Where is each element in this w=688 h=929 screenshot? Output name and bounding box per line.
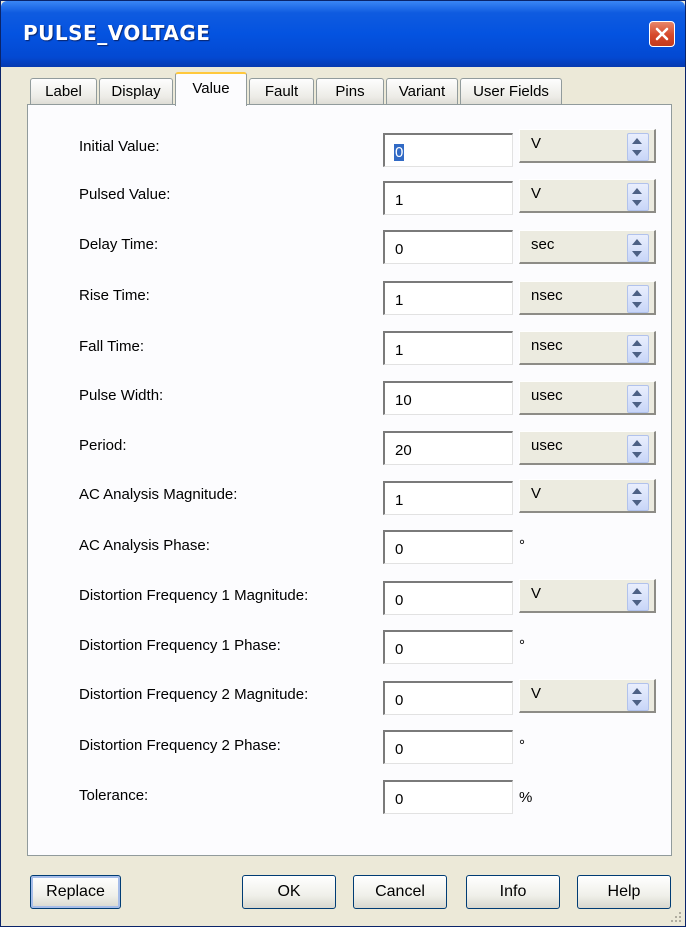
value-input[interactable]: 1 [383, 331, 513, 365]
value-input[interactable]: 1 [383, 481, 513, 515]
field-label: Pulse Width: [79, 387, 164, 404]
value-input[interactable]: 0 [383, 730, 513, 764]
tab-pins[interactable]: Pins [316, 78, 384, 105]
tab-display[interactable]: Display [99, 78, 173, 105]
spinner-icon[interactable] [627, 435, 649, 463]
unit-stepper[interactable]: V [519, 679, 656, 713]
spinner-icon[interactable] [627, 683, 649, 711]
window-title: PULSE_VOLTAGE [23, 21, 211, 45]
value-input[interactable]: 20 [383, 431, 513, 465]
value-input[interactable]: 0 [383, 230, 513, 264]
value-input[interactable]: 1 [383, 281, 513, 315]
degree-suffix: ° [519, 637, 525, 654]
field-label: Distortion Frequency 2 Phase: [79, 737, 281, 754]
spinner-icon[interactable] [627, 335, 649, 363]
spinner-icon[interactable] [627, 183, 649, 211]
resize-grip-icon[interactable] [670, 911, 682, 923]
field-label: Tolerance: [79, 787, 149, 804]
value-input[interactable]: 0 [383, 681, 513, 715]
unit-stepper[interactable]: V [519, 179, 656, 213]
unit-stepper[interactable]: V [519, 579, 656, 613]
replace-button[interactable]: Replace [30, 875, 121, 909]
info-button[interactable]: Info [466, 875, 560, 909]
field-label: Distortion Frequency 1 Magnitude: [79, 587, 309, 604]
tab-variant[interactable]: Variant [386, 78, 458, 105]
spinner-icon[interactable] [627, 285, 649, 313]
value-input[interactable]: 1 [383, 181, 513, 215]
spinner-icon[interactable] [627, 583, 649, 611]
unit-stepper[interactable]: usec [519, 381, 656, 415]
help-button[interactable]: Help [577, 875, 671, 909]
field-label: AC Analysis Magnitude: [79, 486, 238, 503]
percent-suffix: % [519, 789, 533, 806]
value-input[interactable]: 0 [383, 780, 513, 814]
value-input[interactable]: 0 [383, 581, 513, 615]
cancel-button[interactable]: Cancel [353, 875, 447, 909]
unit-stepper[interactable]: sec [519, 230, 656, 264]
field-label: Delay Time: [79, 236, 159, 253]
field-label: AC Analysis Phase: [79, 537, 210, 554]
tab-label[interactable]: Label [30, 78, 97, 105]
unit-stepper[interactable]: nsec [519, 331, 656, 365]
unit-stepper[interactable]: V [519, 129, 656, 163]
tab-value[interactable]: Value [175, 72, 247, 106]
unit-stepper[interactable]: usec [519, 431, 656, 465]
degree-suffix: ° [519, 737, 525, 754]
tab-user-fields[interactable]: User Fields [460, 78, 562, 105]
unit-stepper[interactable]: nsec [519, 281, 656, 315]
field-label: Distortion Frequency 1 Phase: [79, 637, 281, 654]
field-label: Fall Time: [79, 338, 145, 355]
ok-button[interactable]: OK [242, 875, 336, 909]
spinner-icon[interactable] [627, 483, 649, 511]
close-button[interactable] [649, 21, 675, 47]
spinner-icon[interactable] [627, 385, 649, 413]
close-icon [655, 27, 669, 41]
field-label: Period: [79, 437, 127, 454]
spinner-icon[interactable] [627, 133, 649, 161]
title-bar[interactable]: PULSE_VOLTAGE [1, 1, 685, 67]
tab-fault[interactable]: Fault [249, 78, 314, 105]
value-input[interactable]: 0 [383, 530, 513, 564]
unit-stepper[interactable]: V [519, 479, 656, 513]
value-input[interactable]: 0 [383, 630, 513, 664]
value-input[interactable]: 0 [383, 133, 513, 167]
degree-suffix: ° [519, 537, 525, 554]
field-label: Distortion Frequency 2 Magnitude: [79, 686, 309, 703]
value-input[interactable]: 10 [383, 381, 513, 415]
field-label: Initial Value: [79, 138, 160, 155]
field-label: Pulsed Value: [79, 186, 171, 203]
spinner-icon[interactable] [627, 234, 649, 262]
field-label: Rise Time: [79, 287, 150, 304]
